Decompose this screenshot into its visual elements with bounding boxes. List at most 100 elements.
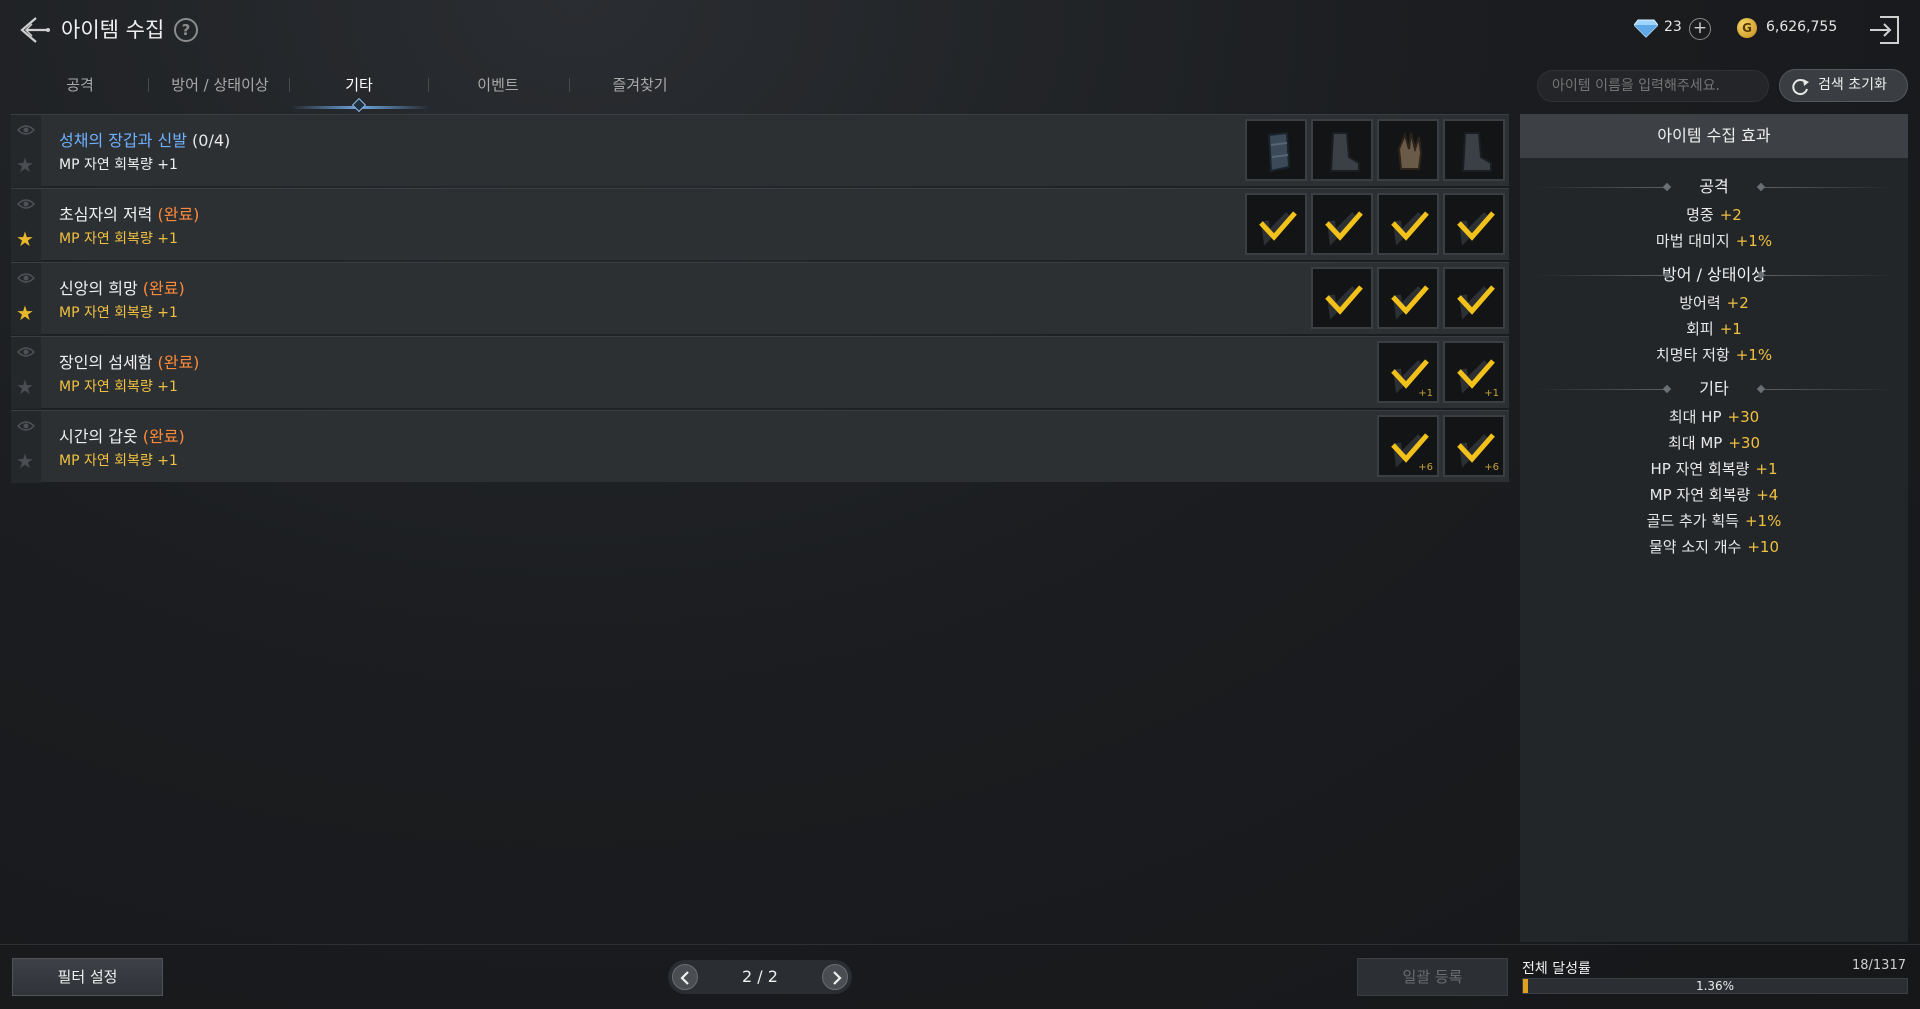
exit-button[interactable]: [1866, 11, 1904, 49]
item-slot[interactable]: [1311, 267, 1373, 329]
divider-line: [1534, 187, 1664, 188]
row-side-rail: ★: [11, 337, 41, 409]
row-side-rail: ★: [11, 189, 41, 261]
item-slot[interactable]: [1443, 193, 1505, 255]
effect-section: 공격 명중 +2 마법 대미지 +1%: [1520, 172, 1908, 254]
collection-title: 성채의 장갑과 신발: [59, 131, 187, 150]
item-slot[interactable]: [1377, 267, 1439, 329]
collection-title: 초심자의 저력: [59, 205, 153, 224]
collection-row[interactable]: ★ 시간의 갑옷 (완료) MP 자연 회복량 +1 +6 +6: [11, 410, 1509, 483]
bulk-register-button[interactable]: 일괄 등록: [1357, 958, 1508, 996]
stat-value: +10: [1747, 538, 1779, 556]
stat-value: +1%: [1735, 232, 1773, 250]
check-icon: [1457, 211, 1495, 246]
collection-effect: MP 자연 회복량 +1: [59, 231, 178, 247]
tab-etc[interactable]: 기타: [330, 74, 388, 95]
item-slot[interactable]: [1377, 119, 1439, 181]
item-slot[interactable]: [1311, 193, 1373, 255]
effect-stat: 물약 소지 개수 +10: [1520, 534, 1908, 560]
effect-section-title: 공격: [1520, 172, 1908, 202]
item-search-input[interactable]: [1537, 70, 1769, 102]
stat-label: 최대 MP: [1667, 434, 1723, 452]
bottom-divider: [0, 944, 1920, 945]
favorite-star-icon[interactable]: ★: [16, 155, 34, 175]
stat-label: 회피: [1686, 320, 1714, 338]
divider-diamond-icon: [1662, 182, 1672, 192]
eye-icon[interactable]: [17, 419, 35, 433]
gold-count: 6,626,755: [1766, 19, 1838, 35]
tab-favorites[interactable]: 즐겨찾기: [600, 74, 680, 95]
progress-percent: 1.36%: [1695, 979, 1735, 993]
item-slots: +6 +6: [1377, 415, 1505, 477]
eye-icon[interactable]: [17, 271, 35, 285]
row-side-rail: ★: [11, 263, 41, 335]
tab-divider: [289, 78, 290, 92]
favorite-star-icon[interactable]: ★: [16, 451, 34, 471]
favorite-star-icon[interactable]: ★: [16, 229, 34, 249]
effect-section-label: 공격: [1699, 177, 1729, 196]
favorite-star-icon[interactable]: ★: [16, 377, 34, 397]
item-slot[interactable]: +6: [1443, 415, 1505, 477]
divider-diamond-icon: [1662, 384, 1672, 394]
item-slots: [1311, 267, 1505, 329]
help-icon[interactable]: ?: [174, 18, 198, 42]
item-slot[interactable]: [1311, 119, 1373, 181]
effect-stat: 방어력 +2: [1520, 290, 1908, 316]
item-slots: [1245, 193, 1505, 255]
item-slot[interactable]: [1443, 267, 1505, 329]
item-slot[interactable]: +1: [1377, 341, 1439, 403]
tab-attack[interactable]: 공격: [52, 74, 108, 95]
eye-icon[interactable]: [17, 123, 35, 137]
total-progress-bar: 1.36%: [1522, 978, 1908, 994]
item-slot[interactable]: +1: [1443, 341, 1505, 403]
tab-event[interactable]: 이벤트: [466, 74, 530, 95]
collection-effect: MP 자연 회복량 +1: [59, 379, 178, 395]
panel-title: 아이템 수집 효과: [1520, 114, 1908, 158]
stat-label: 최대 HP: [1668, 408, 1722, 426]
collection-effects-panel: 아이템 수집 효과 공격 명중 +2 마법 대미지 +1% 방어 / 상태이상 방어력 +2 회…: [1520, 114, 1908, 942]
stat-label: 물약 소지 개수: [1649, 538, 1742, 556]
stat-value: +30: [1727, 408, 1760, 426]
effect-stat: 명중 +2: [1520, 202, 1908, 228]
favorite-star-icon[interactable]: ★: [16, 303, 34, 323]
collection-row[interactable]: ★ 신앙의 희망 (완료) MP 자연 회복량 +1: [11, 262, 1509, 335]
collection-effect: MP 자연 회복량 +1: [59, 305, 178, 321]
bracer-icon: [1267, 131, 1291, 173]
collection-row[interactable]: ★ 초심자의 저력 (완료) MP 자연 회복량 +1: [11, 188, 1509, 261]
eye-icon[interactable]: [17, 197, 35, 211]
item-slots: [1245, 119, 1505, 181]
stat-label: MP 자연 회복량: [1649, 486, 1751, 504]
effect-stat: 회피 +1: [1520, 316, 1908, 342]
collection-name: 장인의 섬세함 (완료): [59, 349, 199, 373]
back-button[interactable]: [16, 12, 52, 48]
stat-label: 골드 추가 획득: [1646, 512, 1739, 530]
eye-icon[interactable]: [17, 345, 35, 359]
boot-icon: [1329, 132, 1360, 172]
item-slot[interactable]: [1245, 193, 1307, 255]
item-slot[interactable]: [1443, 119, 1505, 181]
collection-row[interactable]: ★ 장인의 섬세함 (완료) MP 자연 회복량 +1 +1 +1: [11, 336, 1509, 409]
check-icon: [1325, 211, 1363, 246]
row-side-rail: ★: [11, 115, 41, 187]
header: 아이템 수집 ? 23 + G 6,626,755: [0, 0, 1920, 60]
filter-settings-button[interactable]: 필터 설정: [12, 958, 163, 996]
item-slot[interactable]: [1245, 119, 1307, 181]
effects-list: 공격 명중 +2 마법 대미지 +1% 방어 / 상태이상 방어력 +2 회피 +1 치명타 저항 +…: [1520, 172, 1908, 566]
next-page-button[interactable]: [822, 964, 848, 990]
enhance-level: +6: [1484, 462, 1499, 473]
effect-stat: 최대 MP +30: [1520, 430, 1908, 456]
glove-icon: [1397, 132, 1423, 170]
collection-row[interactable]: ★ 성채의 장갑과 신발 (0/4) MP 자연 회복량 +1: [11, 114, 1509, 187]
item-slot[interactable]: +6: [1377, 415, 1439, 477]
check-icon: [1391, 211, 1429, 246]
collection-title: 신앙의 희망: [59, 279, 138, 298]
collection-name: 성채의 장갑과 신발 (0/4): [59, 127, 230, 151]
tab-defense-status[interactable]: 방어 / 상태이상: [160, 74, 280, 95]
stat-value: +4: [1756, 486, 1779, 504]
item-slot[interactable]: [1377, 193, 1439, 255]
add-gem-button[interactable]: +: [1689, 18, 1711, 40]
collection-status: (0/4): [192, 131, 231, 150]
total-progress-count: 18/1317: [1851, 958, 1906, 973]
refresh-icon: [1792, 79, 1809, 96]
page-title: 아이템 수집: [61, 18, 165, 42]
